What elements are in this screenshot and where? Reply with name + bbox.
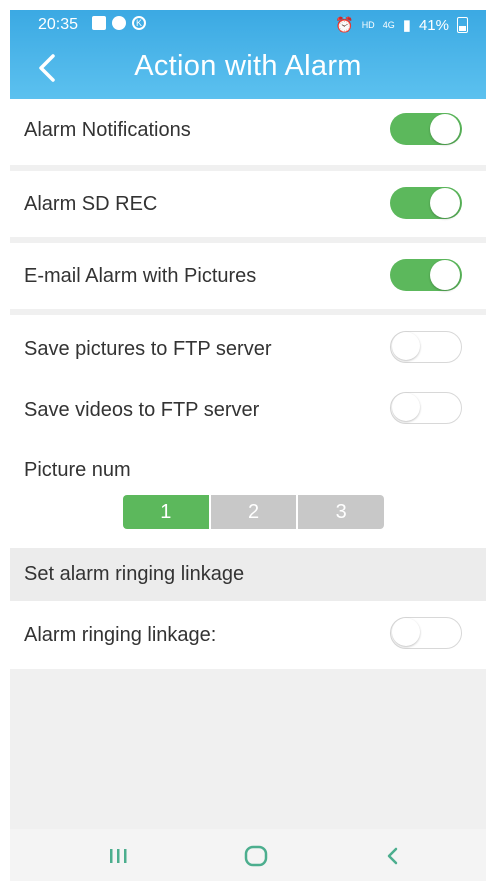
row-ringing-linkage: Alarm ringing linkage:: [10, 601, 486, 669]
settings-content: Alarm Notifications Alarm SD REC E-mail …: [10, 99, 486, 829]
battery-percent: 41%: [418, 16, 449, 34]
gallery-icon: [92, 16, 106, 30]
picture-num-option-2[interactable]: 2: [210, 495, 297, 529]
home-button[interactable]: [236, 841, 276, 871]
email-alarm-toggle[interactable]: [390, 259, 462, 291]
linkage-section-title: Set alarm ringing linkage: [24, 563, 245, 585]
alarm-sd-rec-toggle[interactable]: [390, 187, 462, 219]
picture-num-label: Picture num: [24, 459, 131, 481]
toggle-knob: [430, 114, 460, 144]
row-alarm-sd-rec: Alarm SD REC: [10, 171, 486, 237]
alarm-notifications-toggle[interactable]: [390, 113, 462, 145]
back-chevron-icon: [387, 847, 398, 865]
ringing-linkage-toggle[interactable]: [390, 617, 462, 649]
linkage-section-header: Set alarm ringing linkage: [10, 548, 486, 601]
home-icon: [244, 845, 268, 867]
network-type: 4G: [382, 20, 395, 30]
page-title: Action with Alarm: [134, 50, 362, 82]
ftp-pictures-label: Save pictures to FTP server: [24, 338, 272, 360]
status-bar: 20:35 K ⏰ HD 4G ▮ 41%: [10, 10, 486, 40]
toggle-knob: [392, 393, 420, 421]
toggle-knob: [392, 332, 420, 360]
status-time: 20:35: [38, 16, 79, 33]
app-header: 20:35 K ⏰ HD 4G ▮ 41% Action with Alarm: [10, 10, 486, 99]
system-icons: ⏰ HD 4G ▮ 41%: [335, 16, 468, 34]
signal-icon: ▮: [402, 17, 411, 34]
ftp-videos-label: Save videos to FTP server: [24, 399, 260, 421]
ftp-pictures-toggle[interactable]: [390, 331, 462, 363]
toggle-knob: [430, 188, 460, 218]
title-bar: Action with Alarm: [10, 40, 486, 99]
picture-num-option-3[interactable]: 3: [298, 495, 385, 529]
ftp-videos-toggle[interactable]: [390, 392, 462, 424]
alarm-sd-rec-label: Alarm SD REC: [24, 193, 158, 215]
system-nav-bar: [10, 829, 486, 881]
nav-back-button[interactable]: [372, 841, 412, 871]
alarm-notifications-label: Alarm Notifications: [24, 119, 191, 141]
row-alarm-notifications: Alarm Notifications: [10, 99, 486, 165]
recents-icon: [110, 849, 127, 863]
alarm-clock-icon: ⏰: [335, 17, 354, 34]
toggle-knob: [392, 618, 420, 646]
picture-num-selector: 1 2 3: [123, 495, 385, 529]
page: 20:35 K ⏰ HD 4G ▮ 41% Action with Alarm …: [0, 0, 486, 881]
circle-app-icon: [112, 16, 126, 30]
k-app-icon: K: [132, 16, 146, 30]
ringing-linkage-label: Alarm ringing linkage:: [24, 624, 217, 646]
hd-badge: HD: [361, 20, 375, 30]
email-alarm-label: E-mail Alarm with Pictures: [24, 265, 257, 287]
toggle-knob: [430, 260, 460, 290]
recents-button[interactable]: [98, 841, 138, 871]
notification-icons: K: [92, 16, 146, 30]
picture-num-option-1[interactable]: 1: [123, 495, 209, 529]
battery-icon: [457, 17, 468, 33]
row-email-alarm: E-mail Alarm with Pictures: [10, 243, 486, 309]
